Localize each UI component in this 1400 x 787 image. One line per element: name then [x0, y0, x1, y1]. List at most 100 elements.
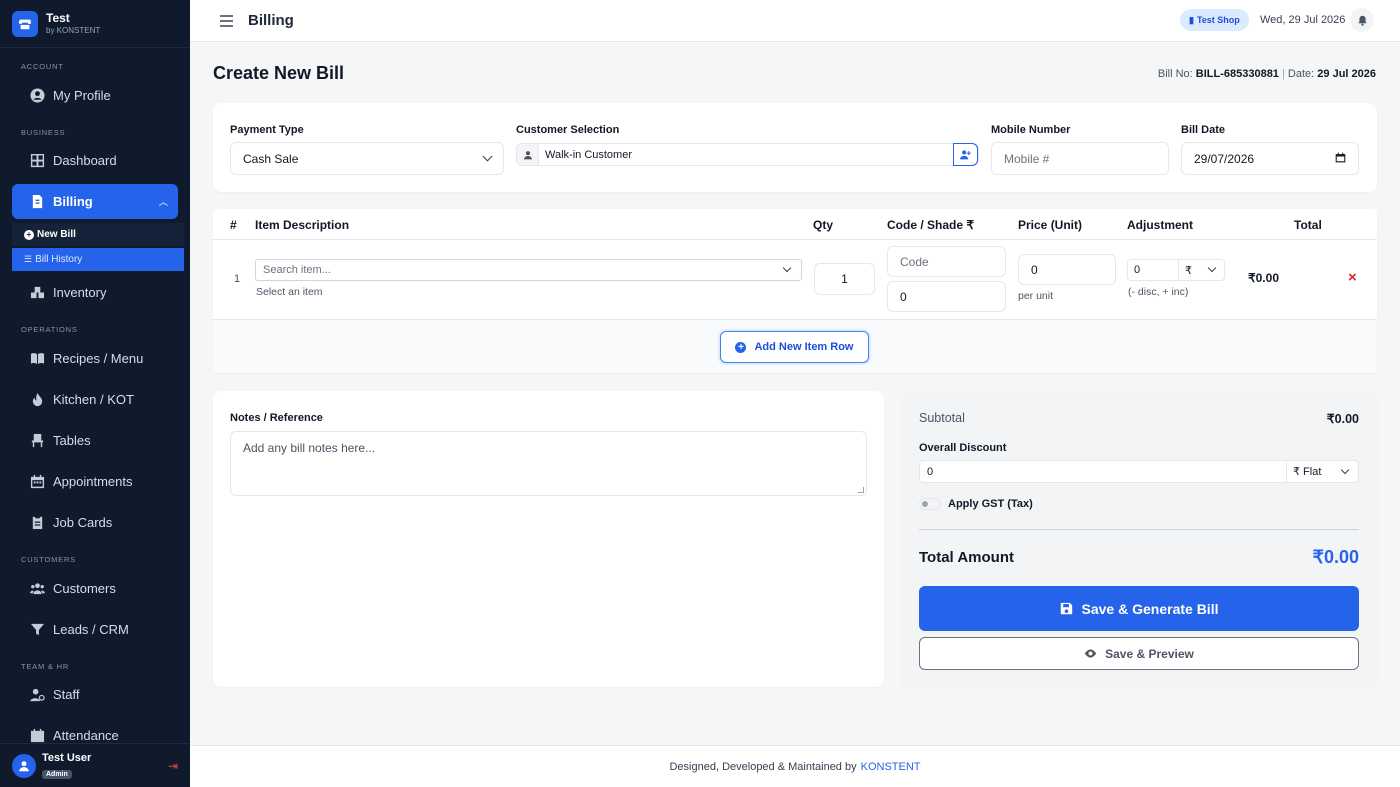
- discount-input[interactable]: 0: [919, 460, 1287, 483]
- top-header: Billing ▮ Test Shop Wed, 29 Jul 2026: [190, 0, 1400, 42]
- section-business: BUSINESS: [21, 128, 66, 137]
- sidebar-item-label: Appointments: [53, 474, 133, 489]
- sidebar-item-kitchen[interactable]: Kitchen / KOT: [12, 382, 178, 417]
- sidebar-item-leads[interactable]: Leads / CRM: [12, 612, 178, 647]
- user-name: Test User: [42, 752, 92, 764]
- sidebar-item-job-cards[interactable]: Job Cards: [12, 505, 178, 540]
- footer-link[interactable]: KONSTENT: [861, 761, 921, 773]
- customer-select[interactable]: Walk-in Customer: [516, 143, 979, 166]
- shop-badge[interactable]: ▮ Test Shop: [1180, 9, 1249, 31]
- page-title: Create New Bill: [213, 63, 345, 83]
- dashboard-icon: [29, 153, 45, 169]
- logout-icon[interactable]: ⇥: [168, 759, 178, 773]
- calendar-icon[interactable]: [1335, 152, 1346, 166]
- shop-icon: ▮: [1189, 14, 1194, 25]
- notes-textarea[interactable]: Add any bill notes here...: [230, 431, 867, 496]
- bell-icon[interactable]: [1350, 8, 1374, 32]
- sidebar-item-label: Customers: [53, 581, 116, 596]
- section-customers: CUSTOMERS: [21, 555, 76, 564]
- discount-type-select[interactable]: ₹ Flat: [1286, 460, 1359, 483]
- per-unit-note: per unit: [1018, 290, 1054, 302]
- gst-label: Apply GST (Tax): [948, 498, 1033, 510]
- user-circle-icon: [29, 88, 45, 104]
- total-amount-value: ₹0.00: [1312, 547, 1360, 567]
- user-cog-icon: [29, 687, 45, 703]
- bill-date-label: Bill Date: [1181, 124, 1226, 136]
- sidebar-item-staff[interactable]: Staff: [12, 677, 178, 712]
- sidebar-item-recipes[interactable]: Recipes / Menu: [12, 341, 178, 376]
- sidebar-item-customers[interactable]: Customers: [12, 571, 178, 606]
- sidebar-item-label: Leads / CRM: [53, 622, 129, 637]
- store-icon: [12, 10, 38, 37]
- sidebar-item-dashboard[interactable]: Dashboard: [12, 143, 178, 178]
- chevron-down-icon: [1340, 465, 1350, 474]
- section-operations: OPERATIONS: [21, 325, 78, 334]
- avatar[interactable]: [12, 753, 36, 778]
- section-account: ACCOUNT: [21, 62, 64, 71]
- sidebar-item-label: Recipes / Menu: [53, 351, 144, 366]
- col-item-description: Item Description: [255, 218, 350, 232]
- chevron-down-icon: [1207, 263, 1217, 273]
- sidebar-item-label: Dashboard: [53, 153, 117, 168]
- adjustment-unit-select[interactable]: ₹: [1178, 259, 1225, 281]
- sidebar-subitem-new-bill[interactable]: + New Bill: [12, 223, 184, 246]
- clipboard-icon: [29, 515, 45, 531]
- brand[interactable]: Test by KONSTENT: [0, 0, 190, 48]
- user-icon: [19, 760, 29, 771]
- chevron-down-icon: [482, 151, 493, 162]
- shop-name: Test Shop: [1196, 15, 1240, 25]
- users-icon: [29, 581, 45, 597]
- shade-input[interactable]: 0: [887, 281, 1006, 312]
- item-search-select[interactable]: Search item...: [255, 259, 802, 281]
- date-label: Date:: [1287, 68, 1315, 80]
- resize-handle-icon[interactable]: [858, 487, 864, 493]
- add-item-row-button[interactable]: + Add New Item Row: [720, 331, 869, 363]
- item-hint: Select an item: [256, 286, 323, 298]
- payment-type-select[interactable]: Cash Sale: [230, 142, 504, 175]
- total-amount-label: Total Amount: [919, 549, 1014, 566]
- notes-placeholder: Add any bill notes here...: [243, 441, 376, 455]
- subtotal-label: Subtotal: [919, 411, 965, 425]
- col-adjustment: Adjustment: [1127, 218, 1193, 232]
- table-header-divider: [213, 239, 1377, 240]
- col-code-shade: Code / Shade ₹: [887, 218, 974, 232]
- sidebar-item-appointments[interactable]: Appointments: [12, 464, 178, 499]
- fire-icon: [29, 392, 45, 408]
- delete-row-icon[interactable]: ×: [1348, 269, 1357, 286]
- qty-input[interactable]: 1: [814, 263, 875, 295]
- bill-date-text: 29 Jul 2026: [1317, 68, 1376, 80]
- save-generate-bill-button[interactable]: Save & Generate Bill: [919, 586, 1359, 631]
- adjustment-input[interactable]: 0: [1127, 259, 1179, 281]
- sidebar-item-inventory[interactable]: Inventory: [12, 275, 178, 310]
- bill-number: BILL-685330881: [1195, 68, 1279, 80]
- add-customer-button[interactable]: [953, 143, 978, 166]
- sidebar-item-label: Staff: [53, 687, 80, 702]
- sidebar-item-label: My Profile: [53, 88, 111, 103]
- code-input[interactable]: Code: [887, 246, 1006, 277]
- mobile-input[interactable]: Mobile #: [991, 142, 1169, 175]
- chair-icon: [29, 433, 45, 449]
- save-preview-button[interactable]: Save & Preview: [919, 637, 1359, 670]
- payment-type-label: Payment Type: [230, 124, 304, 136]
- bill-date-input[interactable]: 29/07/2026: [1181, 142, 1359, 175]
- sidebar-item-tables[interactable]: Tables: [12, 423, 178, 458]
- menu-toggle-icon[interactable]: [220, 14, 233, 27]
- mobile-number-label: Mobile Number: [991, 124, 1071, 136]
- footer: Designed, Developed & Maintained by KONS…: [190, 745, 1400, 787]
- sidebar-subitem-label: New Bill: [37, 229, 76, 240]
- funnel-icon: [29, 622, 45, 638]
- price-input[interactable]: 0: [1018, 254, 1116, 285]
- gst-toggle[interactable]: [919, 498, 941, 510]
- adjustment-unit-value: ₹: [1185, 264, 1192, 277]
- sidebar-item-billing[interactable]: Billing ︿: [12, 184, 178, 219]
- calendar-icon: [29, 474, 45, 490]
- save-generate-label: Save & Generate Bill: [1081, 600, 1219, 617]
- sidebar-item-label: Attendance: [53, 728, 119, 743]
- col-num: #: [230, 218, 237, 232]
- footer-text: Designed, Developed & Maintained by: [669, 760, 857, 773]
- sidebar-item-label: Billing: [53, 194, 93, 209]
- chevron-up-icon: ︿: [158, 197, 168, 207]
- boxes-icon: [29, 285, 45, 301]
- sidebar-subitem-bill-history[interactable]: ☰ Bill History: [12, 248, 184, 271]
- sidebar-item-profile[interactable]: My Profile: [12, 78, 178, 113]
